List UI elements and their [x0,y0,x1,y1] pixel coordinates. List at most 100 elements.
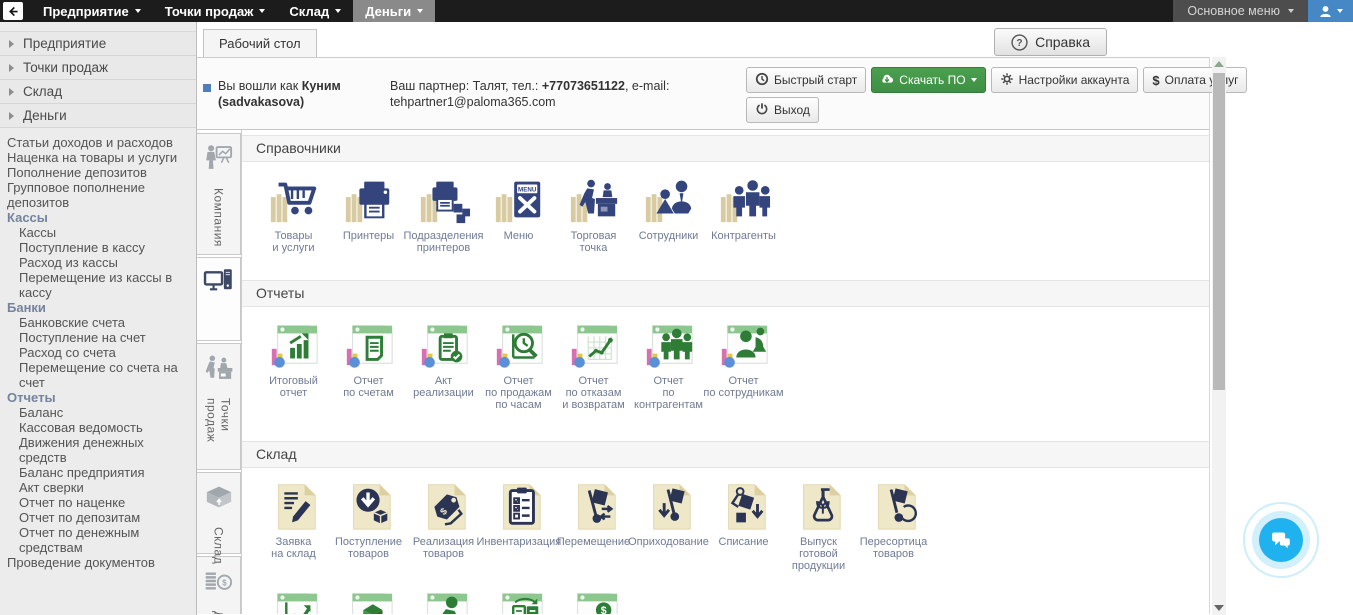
scroll-down-arrow-icon[interactable] [1214,605,1224,611]
app-tile-торговая[interactable]: Торговая точка [556,172,631,254]
app-tile-меню[interactable]: MENUМеню [481,172,556,242]
sidebar-link[interactable]: Отчет по депозитам [0,510,194,525]
sidebar-link[interactable]: Баланс предприятия [0,465,194,480]
app-tile-оприходование[interactable]: Оприходование [631,478,706,548]
chevron-down-icon [335,9,341,13]
button-оплата-услуг[interactable]: $Оплата услуг [1143,67,1247,93]
button-скачать-по[interactable]: Скачать ПО [871,67,985,93]
navbar-menu-item[interactable]: Предприятие [31,0,153,22]
stock-docs-icon [492,585,546,614]
button-быстрый-старт[interactable]: Быстрый старт [746,67,866,93]
sidebar-link[interactable]: Проведение документов [0,555,194,570]
main-menu-label: Основное меню [1187,4,1280,18]
sidebar-link[interactable]: Перемещение со счета на счет [0,360,194,390]
buttons-row-2: Выход [746,97,1186,123]
employees-icon [642,172,696,226]
sidebar-section-4[interactable]: Деньги [0,104,196,128]
menu-board-icon: MENU [492,172,546,226]
scrollbar-thumb[interactable] [1213,73,1225,390]
help-button[interactable]: ? Справка [994,28,1107,56]
app-tile-контрагенты[interactable]: Контрагенты [706,172,781,242]
app-tile-подразделения[interactable]: Подразделения принтеров [406,172,481,254]
app-tile-заявка[interactable]: Заявка на склад [256,478,331,560]
navbar-menu: ПредприятиеТочки продажСкладДеньги [31,0,435,22]
buttons-row-1: Быстрый стартСкачать ПОНастройки аккаунт… [746,67,1186,93]
svg-text:$: $ [222,578,227,587]
chevron-down-icon [417,9,423,13]
app-tile-акт[interactable]: Акт реализации [406,317,481,399]
app-tile-списание[interactable]: Списание [706,478,781,548]
vertical-tab-точки-продаж[interactable]: Точки продаж [197,343,241,470]
app-tile-итоговый[interactable]: Итоговый отчет [256,317,331,399]
sidebar-link[interactable]: Кассовая ведомость [0,420,194,435]
button-настройки-аккаунта[interactable]: Настройки аккаунта [991,67,1139,93]
app-tile-отчет[interactable]: Отчет по продажам по часам [481,317,556,411]
app-tile-пересортица[interactable]: Пересортица товаров [856,478,931,560]
sidebar-link[interactable]: Статьи доходов и расходов [0,135,194,150]
navbar-menu-item[interactable]: Склад [277,0,353,22]
section-header: Справочники [242,135,1209,162]
section-header: Отчеты [242,280,1209,307]
app-tile[interactable] [256,585,331,614]
app-tile-выпуск[interactable]: Выпуск готовой продукции [781,478,856,572]
app-tile-реализация[interactable]: $Реализация товаров [406,478,481,560]
question-circle-icon: ? [1011,34,1028,51]
app-tile[interactable] [406,585,481,614]
button-выход[interactable]: Выход [746,97,819,123]
sidebar-group-header: Банки [0,300,194,315]
sidebar-link[interactable]: Расход из кассы [0,255,194,270]
sidebar-section-1[interactable]: Предприятие [0,31,196,56]
app-tile-принтеры[interactable]: Принтеры [331,172,406,242]
vertical-scrollbar[interactable] [1212,57,1226,615]
app-tile[interactable]: $ [556,585,631,614]
sidebar-link[interactable]: Расход со счета [0,345,194,360]
sidebar-link[interactable]: Баланс [0,405,194,420]
sidebar-link[interactable]: Наценка на товары и услуги [0,150,194,165]
app-tile[interactable] [481,585,556,614]
app-tile-инвентаризация[interactable]: Инвентаризация [481,478,556,548]
sidebar-link-list: Статьи доходов и расходовНаценка на това… [0,128,196,570]
sidebar-link[interactable]: Перемещение из кассы в кассу [0,270,194,300]
goods-income-icon [342,478,396,532]
section-отчеты: Отчеты Итоговый отчетОтчет по счетамАкт р… [242,280,1209,441]
power-icon [755,102,769,119]
sidebar-link[interactable]: Акт сверки [0,480,194,495]
sidebar-link[interactable]: Поступление на счет [0,330,194,345]
vertical-tab-склад[interactable]: Склад [197,472,241,554]
sidebar-link[interactable]: Отчет по наценке [0,495,194,510]
register-icon [567,172,621,226]
sidebar-section-2[interactable]: Точки продаж [0,56,196,80]
sidebar-link[interactable]: Пополнение депозитов [0,165,194,180]
app-tile-отчет[interactable]: Отчет по контрагентам [631,317,706,411]
app-tile-перемещение[interactable]: Перемещение [556,478,631,548]
app-tile-поступление[interactable]: Поступление товаров [331,478,406,560]
vertical-tab-компания[interactable]: Компания [197,133,241,255]
sidebar-link[interactable]: Отчет по денежным средствам [0,525,194,555]
sidebar-section-3[interactable]: Склад [0,80,196,104]
scroll-up-arrow-icon[interactable] [1214,61,1224,67]
chat-button[interactable] [1259,518,1303,562]
tab-desktop[interactable]: Рабочий стол [203,29,317,57]
user-menu-button[interactable] [1308,0,1353,22]
sidebar-link[interactable]: Кассы [0,225,194,240]
sidebar-link[interactable]: Групповое пополнение депозитов [0,180,194,210]
app-tile-отчет[interactable]: Отчет по счетам [331,317,406,399]
sections-container: Справочники Товары и услугиПринтерыПодраз… [242,130,1209,614]
navbar-menu-item[interactable]: Деньги [353,0,435,22]
app-tile-отчет[interactable]: Отчет по отказам и возвратам [556,317,631,411]
back-arrow-icon[interactable] [3,2,23,20]
sidebar-link[interactable]: Банковские счета [0,315,194,330]
chevron-down-icon [971,78,977,82]
sidebar-link[interactable]: Поступление в кассу [0,240,194,255]
sales-points-icon [202,351,236,390]
chevron-right-icon [9,64,14,72]
app-tile-товары[interactable]: Товары и услуги [256,172,331,254]
vertical-tab-деньги[interactable]: $Деньги [197,556,241,614]
app-tile-сотрудники[interactable]: Сотрудники [631,172,706,242]
app-tile-отчет[interactable]: Отчет по сотрудникам [706,317,781,399]
main-menu-button[interactable]: Основное меню [1173,0,1308,22]
navbar-menu-item[interactable]: Точки продаж [153,0,278,22]
app-tile[interactable] [331,585,406,614]
vertical-tab-desktop[interactable] [197,257,241,341]
sidebar-link[interactable]: Движения денежных средств [0,435,194,465]
